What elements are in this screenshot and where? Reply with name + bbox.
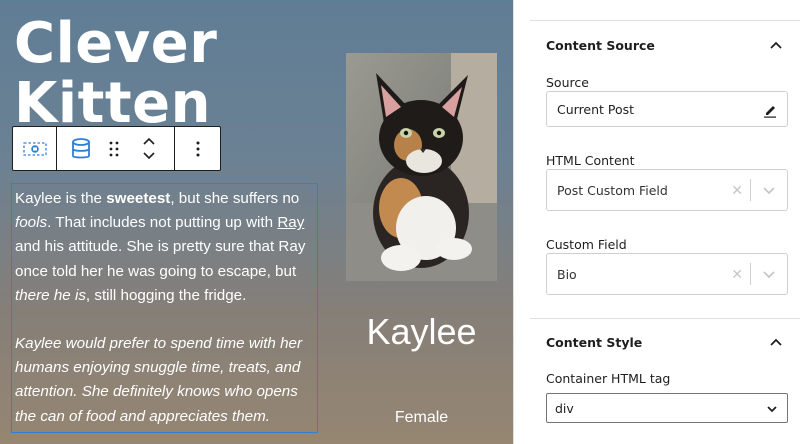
html-content-value: Post Custom Field [557,182,668,198]
post-title[interactable]: Clever Kitten [14,14,217,134]
custom-field-value: Bio [557,266,577,282]
chevron-down-icon [767,406,777,413]
bio-text: and his attitude. She is pretty sure tha… [15,238,306,280]
container-tag-value: div [555,400,574,416]
block-toolbar [12,126,221,171]
content-source-panel-title[interactable]: Content Source [546,38,655,53]
block-type-button[interactable] [63,127,99,170]
divider [530,20,800,21]
more-options-button[interactable] [180,127,216,170]
toolbar-group-options [175,127,220,170]
bio-text: . That includes not putting up with [47,214,278,232]
container-tag-select[interactable]: div [546,393,788,423]
move-up-button[interactable] [142,135,156,149]
editor-canvas: Clever Kitten Kaylee Female Kaylee is th… [0,0,513,444]
toolbar-group-parent [13,127,57,170]
clear-icon[interactable]: ✕ [731,183,743,199]
chevron-down-icon[interactable] [762,186,776,195]
custom-field-label: Custom Field [546,237,627,252]
move-down-icon [142,152,155,160]
drag-handle-icon [109,141,118,156]
kitten-image [346,53,497,281]
custom-field-select[interactable]: Bio ✕ [546,253,788,295]
chevron-up-icon[interactable] [769,40,783,50]
bio-paragraph-1: Kaylee is the sweetest, but she suffers … [15,187,314,308]
bio-link[interactable]: Ray [277,214,304,231]
kitten-photo[interactable] [346,53,497,281]
select-separator [750,263,751,285]
drag-handle[interactable] [99,127,129,170]
source-field[interactable]: Current Post [546,91,788,127]
html-content-label: HTML Content [546,153,635,168]
clear-icon[interactable]: ✕ [731,267,743,283]
content-style-panel-title[interactable]: Content Style [546,335,642,350]
bio-text: , but she suffers no [170,190,300,207]
bio-text-block[interactable]: Kaylee is the sweetest, but she suffers … [11,183,318,433]
settings-sidebar: Content Source Source Current Post HTML … [513,0,800,444]
bio-text: Kaylee is the [15,190,107,207]
bio-paragraph-2: Kaylee would prefer to spend time with h… [15,335,303,425]
move-up-icon [142,137,155,145]
bio-bold-text: sweetest [106,190,171,207]
move-down-button[interactable] [142,149,156,163]
cat-name[interactable]: Kaylee [346,311,497,353]
bio-italic-text: fools [15,214,48,232]
pencil-icon[interactable] [763,102,777,118]
source-value: Current Post [557,101,635,117]
chevron-up-icon[interactable] [769,337,783,347]
divider [530,318,800,319]
database-icon [71,137,90,158]
chevron-down-icon[interactable] [762,270,776,279]
bio-text: , still hogging the fridge. [85,286,247,304]
cat-gender[interactable]: Female [346,409,497,427]
source-label: Source [546,75,589,90]
html-content-select[interactable]: Post Custom Field ✕ [546,169,788,211]
toolbar-group-block [57,127,175,170]
select-parent-icon [22,141,47,156]
select-separator [750,179,751,201]
more-options-icon [196,141,199,156]
move-controls [129,127,169,170]
bio-italic-text: there he is [15,286,86,304]
container-tag-label: Container HTML tag [546,371,671,386]
select-parent-button[interactable] [17,127,53,170]
